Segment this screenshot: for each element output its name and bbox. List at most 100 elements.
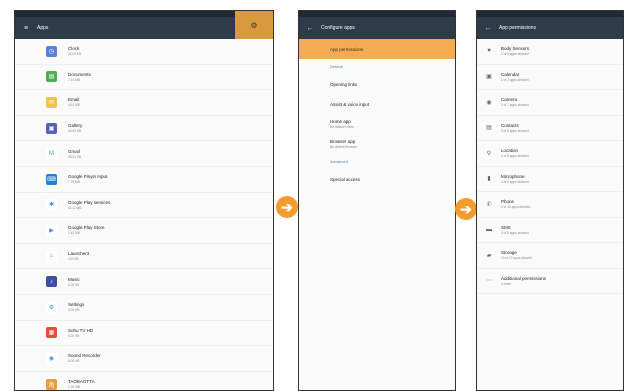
menu-icon[interactable]: ≡ [15, 25, 37, 32]
play-store-icon: ▶ [46, 224, 57, 236]
configure-item[interactable]: Assist & voice input [299, 94, 455, 114]
arrow-right-icon: ➔ [276, 196, 298, 218]
app-size: 120 KB [68, 257, 79, 262]
music-icon: ♪ [46, 276, 57, 288]
back-arrow-icon[interactable]: ← [477, 25, 499, 32]
configure-item-label: App permissions [330, 46, 364, 52]
permission-item[interactable]: ▤ Contacts 3 of 8 apps allowed [477, 116, 623, 141]
configure-item[interactable]: Opening links [299, 74, 455, 94]
permission-item[interactable]: ⚲ Location 2 of 5 apps allowed [477, 141, 623, 167]
calendar-icon: ▣ [486, 74, 492, 81]
app-text: Launcher3 120 KB [68, 251, 89, 261]
contacts-icon: ▤ [486, 125, 492, 132]
app-list-item[interactable]: ♪ Music 6.00 KB [15, 269, 273, 295]
permission-text: Contacts 3 of 8 apps allowed [501, 123, 528, 133]
app-list-item[interactable]: ✱ Google Play services 41.11 MB [15, 193, 273, 219]
camera-icon: ◉ [486, 99, 492, 106]
play-services-icon: ✱ [46, 199, 57, 211]
toolbar: ≡ Apps ⚙ [15, 11, 273, 39]
taobao-icon: 淘 [46, 378, 57, 390]
configure-list: App permissions Default Opening links Assis… [299, 39, 455, 189]
settings-gear-button[interactable]: ⚙ [235, 11, 273, 39]
toolbar: ← Configure apps [299, 17, 455, 39]
email-icon: ✉ [46, 96, 57, 108]
sms-icon: ▬ [486, 226, 492, 233]
permission-text: Microphone 2 of 6 apps allowed [501, 174, 528, 184]
arrow-right-icon: ➔ [455, 198, 477, 220]
location-icon: ⚲ [486, 150, 492, 157]
back-arrow-icon[interactable]: ← [299, 25, 321, 32]
permission-summary: 2 of 6 apps allowed [501, 179, 529, 184]
configure-item-label: Assist & voice input [330, 101, 370, 107]
configure-item-label: Home app [330, 119, 351, 124]
app-list-item[interactable]: ▤ Documents 7.14 MB [15, 65, 273, 91]
folder-icon: ▰ [486, 252, 492, 259]
app-list-item[interactable]: ▦ Sohu TV HD 6.00 KB [15, 321, 273, 347]
keyboard-icon: ⌨ [46, 173, 57, 185]
permission-item[interactable]: ✆ Phone 4 of 10 apps allowed [477, 192, 623, 218]
launcher-icon: ⌂ [46, 250, 57, 262]
permission-text: Location 2 of 5 apps allowed [501, 148, 528, 158]
gallery-icon: ▣ [46, 122, 57, 134]
sohu-tv-icon: ▦ [46, 327, 57, 339]
permission-summary: 10 of 13 apps allowed [501, 256, 533, 261]
section-header: Advanced [330, 159, 348, 164]
microphone-icon: ▮ [487, 176, 491, 183]
app-list-item[interactable]: ▣ Gallery 24.00 KB [15, 116, 273, 142]
app-list-item[interactable]: M Gmail 28.00 KB [15, 141, 273, 167]
clock-icon: ◷ [46, 45, 57, 57]
apps-screen: ≡ Apps ⚙ ◷ Clock 24.00 KB ▤ Documents 7.14 MB… [14, 10, 274, 391]
app-list-item[interactable]: ⚙ Settings 4.00 KB [15, 295, 273, 321]
gear-icon: ⚙ [250, 20, 258, 30]
app-list: ◷ Clock 24.00 KB ▤ Documents 7.14 MB ✉ Email 4.6… [15, 39, 273, 390]
permission-summary: 0 of 0 apps allowed [501, 52, 529, 57]
app-size: 4.61 MB [68, 103, 80, 108]
gmail-icon: M [46, 148, 57, 160]
configure-item-sub: No default Home [330, 125, 354, 129]
permission-item[interactable]: ◉ Camera 2 of 7 apps allowed [477, 90, 623, 116]
permission-summary: 4 more [501, 281, 511, 286]
settings-icon: ⚙ [46, 301, 57, 313]
app-size: 41.11 MB [68, 205, 82, 210]
app-size: 28.00 KB [68, 154, 82, 159]
permission-text: Additional permissions 4 more [501, 276, 546, 286]
permission-item[interactable]: ▣ Calendar 2 of 2 apps allowed [477, 65, 623, 90]
configure-item-sub: No default Browser [330, 145, 358, 149]
configure-apps-screen: ← Configure apps App permissions Default O… [298, 10, 456, 391]
permission-text: SMS 3 of 5 apps allowed [501, 225, 528, 235]
permission-item[interactable]: ▬ SMS 3 of 5 apps allowed [477, 218, 623, 243]
permission-text: Body Sensors 0 of 0 apps allowed [501, 46, 529, 56]
configure-item[interactable]: App permissions [299, 39, 455, 59]
permission-item[interactable]: ⋯ Additional permissions 4 more [477, 269, 623, 294]
app-list-item[interactable]: ⌨ Google Pinyin Input 7.75 MB [15, 167, 273, 193]
permission-text: Calendar 2 of 2 apps allowed [501, 72, 528, 82]
app-list-item[interactable]: 淘 TAOBAOTTA 1.00 MB [15, 372, 273, 390]
configure-item[interactable]: Home app No default Home [299, 114, 455, 134]
permission-summary: 3 of 8 apps allowed [501, 128, 529, 133]
app-text: Google Pinyin Input 7.75 MB [68, 174, 107, 184]
permission-item[interactable]: ▮ Microphone 2 of 6 apps allowed [477, 167, 623, 192]
permission-summary: 2 of 5 apps allowed [501, 154, 529, 159]
configure-item-label: Special access [330, 176, 361, 182]
heart-icon: ♥ [487, 48, 491, 55]
documents-icon: ▤ [46, 71, 57, 83]
app-text: Music 6.00 KB [68, 277, 80, 287]
toolbar: ← App permissions [477, 17, 623, 39]
permission-item[interactable]: ▰ Storage 10 of 13 apps allowed [477, 243, 623, 269]
app-text: Gmail 28.00 KB [68, 149, 81, 159]
app-size: 4.00 KB [68, 308, 80, 313]
phone-icon: ✆ [486, 201, 492, 208]
app-list-item[interactable]: ▶ Google Play Store 1.44 MB [15, 218, 273, 244]
configure-item[interactable]: Browser app No default Browser [299, 134, 455, 154]
permission-list: ♥ Body Sensors 0 of 0 apps allowed ▣ Calenda… [477, 39, 623, 294]
app-size: 1.44 MB [68, 231, 80, 236]
configure-item[interactable]: Special access [299, 169, 455, 189]
app-list-item[interactable]: ◉ Sound Recorder 8.00 KB [15, 346, 273, 372]
app-list-item[interactable]: ✉ Email 4.61 MB [15, 90, 273, 116]
app-list-item[interactable]: ◷ Clock 24.00 KB [15, 39, 273, 65]
permission-text: Camera 2 of 7 apps allowed [501, 97, 528, 107]
app-list-item[interactable]: ⌂ Launcher3 120 KB [15, 244, 273, 270]
app-text: Sound Recorder 8.00 KB [68, 353, 101, 363]
permission-summary: 2 of 7 apps allowed [501, 103, 529, 108]
permission-item[interactable]: ♥ Body Sensors 0 of 0 apps allowed [477, 39, 623, 65]
